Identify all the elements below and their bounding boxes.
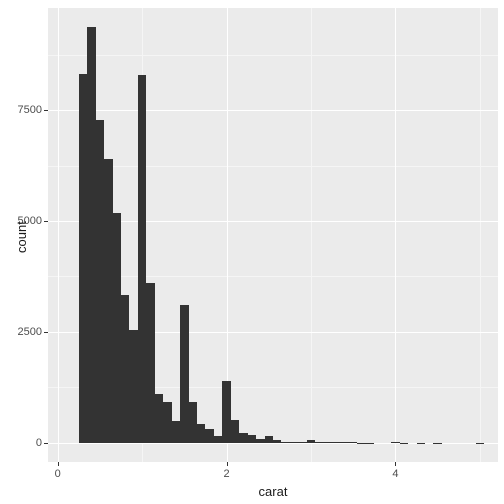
plot-area xyxy=(48,8,498,462)
histogram-bar xyxy=(222,381,230,443)
histogram-bar xyxy=(104,159,112,443)
histogram-bar xyxy=(189,402,197,443)
x-axis-title: carat xyxy=(48,484,498,499)
y-tick-label: 2500 xyxy=(18,326,42,338)
histogram-bar xyxy=(239,433,247,443)
histogram-bar xyxy=(155,394,163,443)
histogram-bar xyxy=(96,120,104,443)
histogram-bar xyxy=(197,424,205,443)
x-tick-label: 0 xyxy=(55,468,61,480)
histogram-bar xyxy=(146,283,154,443)
histogram-bar xyxy=(248,435,256,443)
histogram-bar xyxy=(273,440,281,443)
histogram-chart: 0240250050007500 carat count xyxy=(0,0,504,504)
histogram-bar xyxy=(113,213,121,442)
histogram-bar xyxy=(129,330,137,443)
histogram-bar xyxy=(231,420,239,443)
histogram-bar xyxy=(214,436,222,443)
histogram-bar xyxy=(256,439,264,443)
histogram-bar xyxy=(138,75,146,442)
x-tick-label: 4 xyxy=(392,468,398,480)
histogram-bar xyxy=(205,429,213,443)
histogram-bar xyxy=(315,442,323,443)
histogram-bar xyxy=(121,295,129,443)
y-tick-label: 7500 xyxy=(18,104,42,116)
x-tick-label: 2 xyxy=(224,468,230,480)
y-tick-label: 0 xyxy=(36,437,42,449)
histogram-bar xyxy=(172,421,180,443)
histogram-bar xyxy=(87,27,95,443)
histogram-bar xyxy=(281,442,289,443)
histogram-bar xyxy=(290,442,298,443)
histogram-bar xyxy=(307,440,315,443)
y-axis-title: count xyxy=(14,221,29,253)
histogram-bar xyxy=(265,436,273,443)
histogram-bar xyxy=(79,74,87,443)
histogram-bar xyxy=(163,402,171,443)
histogram-bar xyxy=(180,305,188,443)
